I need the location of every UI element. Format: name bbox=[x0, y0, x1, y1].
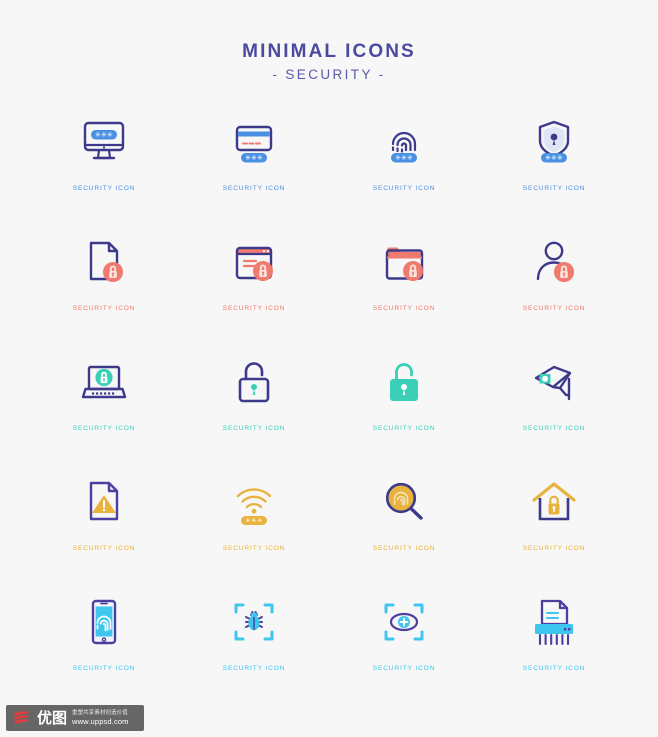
monitor-password-icon: ✳ ✳ ✳ bbox=[76, 111, 132, 173]
icon-label: SECURITY ICON bbox=[522, 545, 586, 552]
icon-label: SECURITY ICON bbox=[522, 665, 586, 672]
folder-lock-icon bbox=[376, 231, 432, 293]
icon-cell[interactable]: SECURITY ICON bbox=[179, 347, 329, 467]
icon-label: SECURITY ICON bbox=[72, 185, 136, 192]
icon-grid: ✳ ✳ ✳ SECURITY ICON ✳ ✳ ✳ SECURITY ICON … bbox=[29, 107, 629, 707]
padlock-closed-icon bbox=[376, 351, 432, 413]
icon-cell[interactable]: SECURITY ICON bbox=[479, 587, 629, 707]
icon-cell[interactable]: SECURITY ICON bbox=[29, 467, 179, 587]
icon-label: SECURITY ICON bbox=[222, 665, 286, 672]
svg-text:✳: ✳ bbox=[257, 154, 263, 162]
document-lock-icon bbox=[76, 231, 132, 293]
icon-label: SECURITY ICON bbox=[522, 305, 586, 312]
icon-cell[interactable]: ✳ ✳ ✳ SECURITY ICON bbox=[479, 107, 629, 227]
sheet-header: MINIMAL ICONS - SECURITY - bbox=[0, 0, 658, 85]
icon-label: SECURITY ICON bbox=[222, 185, 286, 192]
fingerprint-search-icon bbox=[376, 471, 432, 533]
document-warning-icon bbox=[76, 471, 132, 533]
svg-text:✳: ✳ bbox=[407, 154, 413, 162]
icon-label: SECURITY ICON bbox=[372, 305, 436, 312]
credit-card-password-icon: ✳ ✳ ✳ bbox=[226, 111, 282, 173]
icon-cell[interactable]: ✳ ✳ ✳ SECURITY ICON bbox=[329, 107, 479, 227]
watermark-brand: 优图 bbox=[37, 708, 68, 727]
icon-cell[interactable]: SECURITY ICON bbox=[179, 587, 329, 707]
icon-cell[interactable]: SECURITY ICON bbox=[329, 587, 479, 707]
icon-cell[interactable]: SECURITY ICON bbox=[479, 467, 629, 587]
icon-label: SECURITY ICON bbox=[72, 545, 136, 552]
padlock-open-icon bbox=[226, 351, 282, 413]
icon-cell[interactable]: SECURITY ICON bbox=[329, 347, 479, 467]
watermark-text: 重塑共享素材创造价值 www.uppsd.com bbox=[72, 709, 129, 727]
icon-cell[interactable]: SECURITY ICON bbox=[29, 347, 179, 467]
icon-cell[interactable]: SECURITY ICON bbox=[29, 227, 179, 347]
page-title: MINIMAL ICONS bbox=[242, 41, 416, 62]
icon-label: SECURITY ICON bbox=[72, 425, 136, 432]
icon-cell[interactable]: SECURITY ICON bbox=[179, 227, 329, 347]
icon-label: SECURITY ICON bbox=[372, 185, 436, 192]
icon-cell[interactable]: SECURITY ICON bbox=[329, 227, 479, 347]
icon-label: SECURITY ICON bbox=[372, 665, 436, 672]
svg-text:✳: ✳ bbox=[107, 131, 113, 139]
icon-label: SECURITY ICON bbox=[222, 305, 286, 312]
page-subtitle: - SECURITY - bbox=[272, 67, 386, 82]
bug-scan-icon bbox=[226, 591, 282, 653]
icon-label: SECURITY ICON bbox=[522, 425, 586, 432]
icon-cell[interactable]: SECURITY ICON bbox=[479, 347, 629, 467]
laptop-lock-icon bbox=[76, 351, 132, 413]
icon-sheet-page: MINIMAL ICONS - SECURITY - ✳ ✳ ✳ SECURIT… bbox=[0, 0, 658, 737]
icon-cell[interactable]: ✳ ✳ ✳ SECURITY ICON bbox=[179, 107, 329, 227]
uppsd-logo-icon bbox=[12, 710, 32, 726]
paper-shredder-icon bbox=[526, 591, 582, 653]
icon-label: SECURITY ICON bbox=[222, 425, 286, 432]
shield-keyhole-icon: ✳ ✳ ✳ bbox=[526, 111, 582, 173]
watermark-url: www.uppsd.com bbox=[72, 717, 129, 726]
icon-cell[interactable]: SECURITY ICON bbox=[29, 587, 179, 707]
icon-label: SECURITY ICON bbox=[72, 665, 136, 672]
eye-scan-icon bbox=[376, 591, 432, 653]
wifi-password-icon: ✳ ✳ ✳ bbox=[226, 471, 282, 533]
icon-cell[interactable]: SECURITY ICON bbox=[479, 227, 629, 347]
smartphone-fingerprint-icon bbox=[76, 591, 132, 653]
fingerprint-password-icon: ✳ ✳ ✳ bbox=[376, 111, 432, 173]
icon-label: SECURITY ICON bbox=[222, 545, 286, 552]
watermark[interactable]: 优图 重塑共享素材创造价值 www.uppsd.com bbox=[6, 705, 144, 731]
icon-cell[interactable]: ✳ ✳ ✳ SECURITY ICON bbox=[29, 107, 179, 227]
svg-text:✳: ✳ bbox=[257, 517, 263, 525]
icon-cell[interactable]: ✳ ✳ ✳ SECURITY ICON bbox=[179, 467, 329, 587]
icon-label: SECURITY ICON bbox=[522, 185, 586, 192]
browser-window-lock-icon bbox=[226, 231, 282, 293]
user-lock-icon bbox=[526, 231, 582, 293]
icon-label: SECURITY ICON bbox=[72, 305, 136, 312]
svg-text:✳: ✳ bbox=[557, 154, 563, 162]
icon-label: SECURITY ICON bbox=[372, 545, 436, 552]
watermark-tagline: 重塑共享素材创造价值 bbox=[72, 710, 128, 716]
icon-label: SECURITY ICON bbox=[372, 425, 436, 432]
house-lock-icon bbox=[526, 471, 582, 533]
icon-cell[interactable]: SECURITY ICON bbox=[329, 467, 479, 587]
cctv-camera-icon bbox=[526, 351, 582, 413]
